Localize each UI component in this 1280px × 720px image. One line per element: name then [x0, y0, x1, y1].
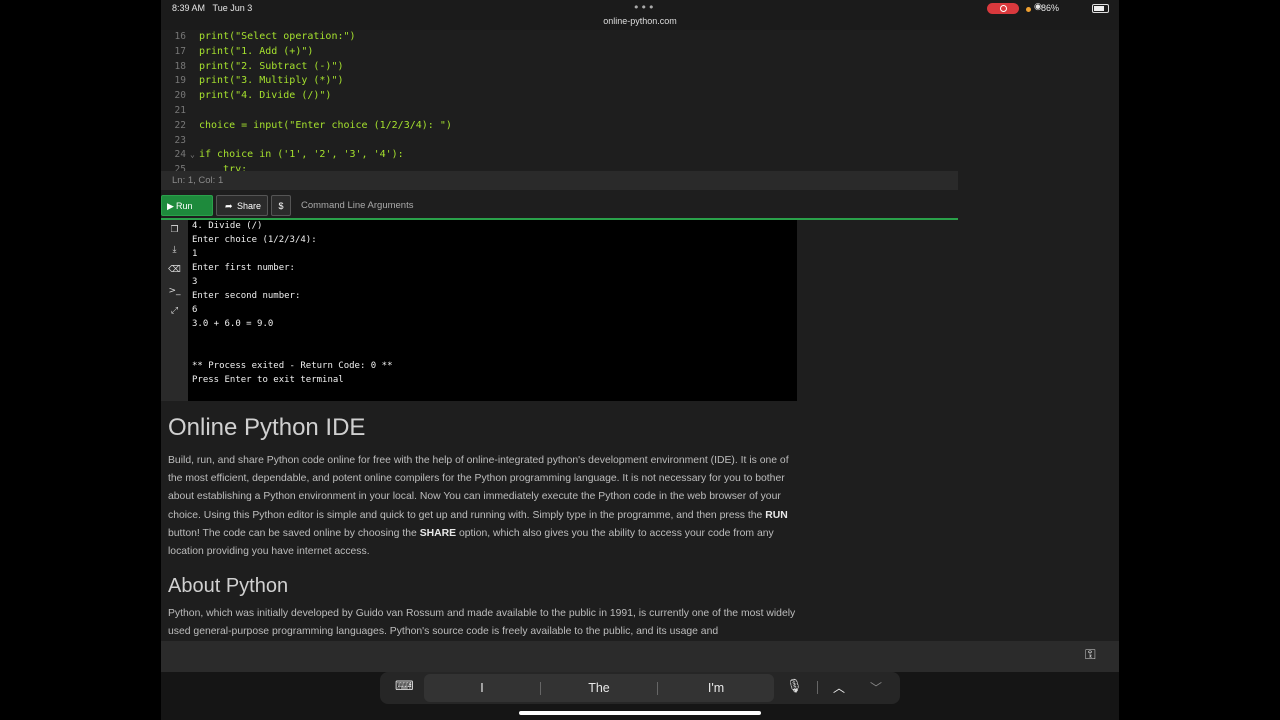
- terminal-line: 6: [192, 305, 198, 315]
- suggestion-3[interactable]: I'm: [658, 674, 774, 702]
- arrow-down-icon[interactable]: ﹀: [870, 679, 882, 696]
- status-time-date: 8:39 AM Tue Jun 3: [172, 3, 252, 13]
- code-line[interactable]: 18 print("2. Subtract (-)"): [161, 59, 958, 74]
- play-icon: ▶: [167, 201, 174, 211]
- code-line[interactable]: 25 try:: [161, 162, 958, 171]
- run-button[interactable]: ▶ Run: [161, 195, 213, 216]
- code-text: print("4. Divide (/)"): [199, 90, 332, 102]
- intro-text-a: Build, run, and share Python code online…: [168, 455, 789, 521]
- terminal-line: 3: [192, 277, 198, 287]
- line-number: 23: [174, 134, 186, 146]
- code-line[interactable]: 24 ⌄ if choice in ('1', '2', '3', '4'):: [161, 147, 958, 162]
- keyboard-accessory-bar: ⚿: [161, 641, 1119, 672]
- line-number: 17: [174, 45, 186, 57]
- mic-indicator-icon: [1026, 7, 1031, 12]
- status-time: 8:39 AM: [172, 3, 206, 13]
- terminal-line: 3.0 + 6.0 = 9.0: [192, 319, 274, 329]
- run-button-label: Run: [176, 201, 193, 211]
- code-line[interactable]: 20 print("4. Divide (/)"): [161, 88, 958, 103]
- code-text: print("Select operation:"): [199, 31, 356, 42]
- code-text: if choice in ('1', '2', '3', '4'):: [199, 149, 404, 161]
- terminal-line: Press Enter to exit terminal: [192, 375, 344, 385]
- terminal-output[interactable]: 4. Divide (/) Enter choice (1/2/3/4): 1 Ent…: [188, 220, 797, 401]
- code-line[interactable]: 17 print("1. Add (+)"): [161, 44, 958, 59]
- terminal-line: 4. Divide (/): [192, 221, 263, 231]
- terminal-line: Enter first number:: [192, 263, 295, 273]
- command-line-args-input[interactable]: Command Line Arguments: [300, 194, 956, 217]
- browser-url[interactable]: online-python.com: [161, 16, 1119, 26]
- code-text: print("3. Multiply (*)"): [199, 75, 344, 87]
- code-text: try:: [199, 164, 248, 171]
- share-button[interactable]: ➦ Share: [216, 195, 268, 216]
- code-editor[interactable]: 16 print("Select operation:") 17 print("1. …: [161, 30, 958, 171]
- code-text: print("1. Add (+)"): [199, 45, 314, 57]
- mic-icon[interactable]: 🎙︎: [786, 679, 803, 694]
- code-line[interactable]: 21: [161, 103, 958, 118]
- line-number: 18: [174, 60, 186, 72]
- code-line[interactable]: 16 print("Select operation:"): [161, 30, 958, 44]
- terminal-line: Enter second number:: [192, 291, 301, 301]
- battery-icon: [1092, 4, 1109, 13]
- intro-paragraph: Build, run, and share Python code online…: [168, 452, 798, 561]
- terminal-line: 1: [192, 249, 198, 259]
- terminal-sidebar: ❐ ⤓ ⌫ >_ ⤢: [161, 220, 188, 401]
- terminal-icon[interactable]: >_: [161, 286, 188, 296]
- share-button-label: Share: [237, 201, 262, 211]
- home-indicator[interactable]: [519, 711, 761, 715]
- key-icon[interactable]: ⚿: [1085, 647, 1096, 663]
- suggestion-strip: I The I'm: [424, 674, 774, 702]
- line-number: 22: [174, 119, 186, 131]
- code-line[interactable]: 22 choice = input("Enter choice (1/2/3/4)…: [161, 118, 958, 133]
- suggestion-1[interactable]: I: [424, 674, 540, 702]
- quicktype-area: ⌨ I The I'm 🎙︎ ︿ ﹀: [161, 672, 1119, 720]
- line-number: 21: [174, 105, 186, 116]
- copy-icon[interactable]: ❐: [161, 225, 188, 235]
- page-title: Online Python IDE: [168, 414, 366, 441]
- code-text: choice = input("Enter choice (1/2/3/4): …: [199, 119, 452, 131]
- code-line[interactable]: 23: [161, 133, 958, 148]
- line-number: 24: [174, 149, 186, 161]
- shell-toggle-button[interactable]: $: [271, 195, 291, 216]
- about-python-heading: About Python: [168, 575, 289, 597]
- share-emphasis: SHARE: [419, 527, 457, 539]
- line-number: 20: [174, 90, 186, 102]
- share-arrow-icon: ➦: [225, 201, 233, 211]
- about-python-paragraph: Python, which was initially developed by…: [168, 608, 796, 638]
- download-icon[interactable]: ⤓: [161, 245, 188, 255]
- eraser-icon[interactable]: ⌫: [161, 265, 188, 275]
- fold-chevron-icon[interactable]: ⌄: [190, 147, 195, 162]
- status-date: Tue Jun 3: [212, 3, 253, 13]
- keyboard-icon[interactable]: ⌨: [395, 679, 414, 694]
- terminal-line: Enter choice (1/2/3/4):: [192, 235, 317, 245]
- intro-text-b: button! The code can be saved online by …: [168, 527, 420, 539]
- run-emphasis: RUN: [765, 509, 788, 521]
- divider: [817, 681, 818, 694]
- line-number: 19: [174, 75, 186, 87]
- terminal-line: ** Process exited - Return Code: 0 **: [192, 361, 393, 371]
- battery-percent: 86%: [1041, 3, 1060, 13]
- screen-record-icon[interactable]: [987, 3, 1019, 14]
- expand-icon[interactable]: ⤢: [161, 306, 188, 316]
- code-line[interactable]: 19 print("3. Multiply (*)"): [161, 73, 958, 88]
- run-toolbar: ▶ Run ➦ Share $ Command Line Arguments: [161, 194, 958, 217]
- code-text: print("2. Subtract (-)"): [199, 60, 344, 72]
- multitask-dots-icon[interactable]: •••: [633, 1, 655, 14]
- line-number: 25: [174, 164, 186, 171]
- quicktype-bar: ⌨ I The I'm 🎙︎ ︿ ﹀: [380, 672, 900, 704]
- editor-cursor-status: Ln: 1, Col: 1: [161, 171, 958, 190]
- arrow-up-icon[interactable]: ︿: [833, 679, 845, 696]
- status-bar: 8:39 AM Tue Jun 3 ••• online-python.com …: [161, 0, 1119, 30]
- line-number: 16: [174, 31, 186, 42]
- suggestion-2[interactable]: The: [541, 674, 657, 702]
